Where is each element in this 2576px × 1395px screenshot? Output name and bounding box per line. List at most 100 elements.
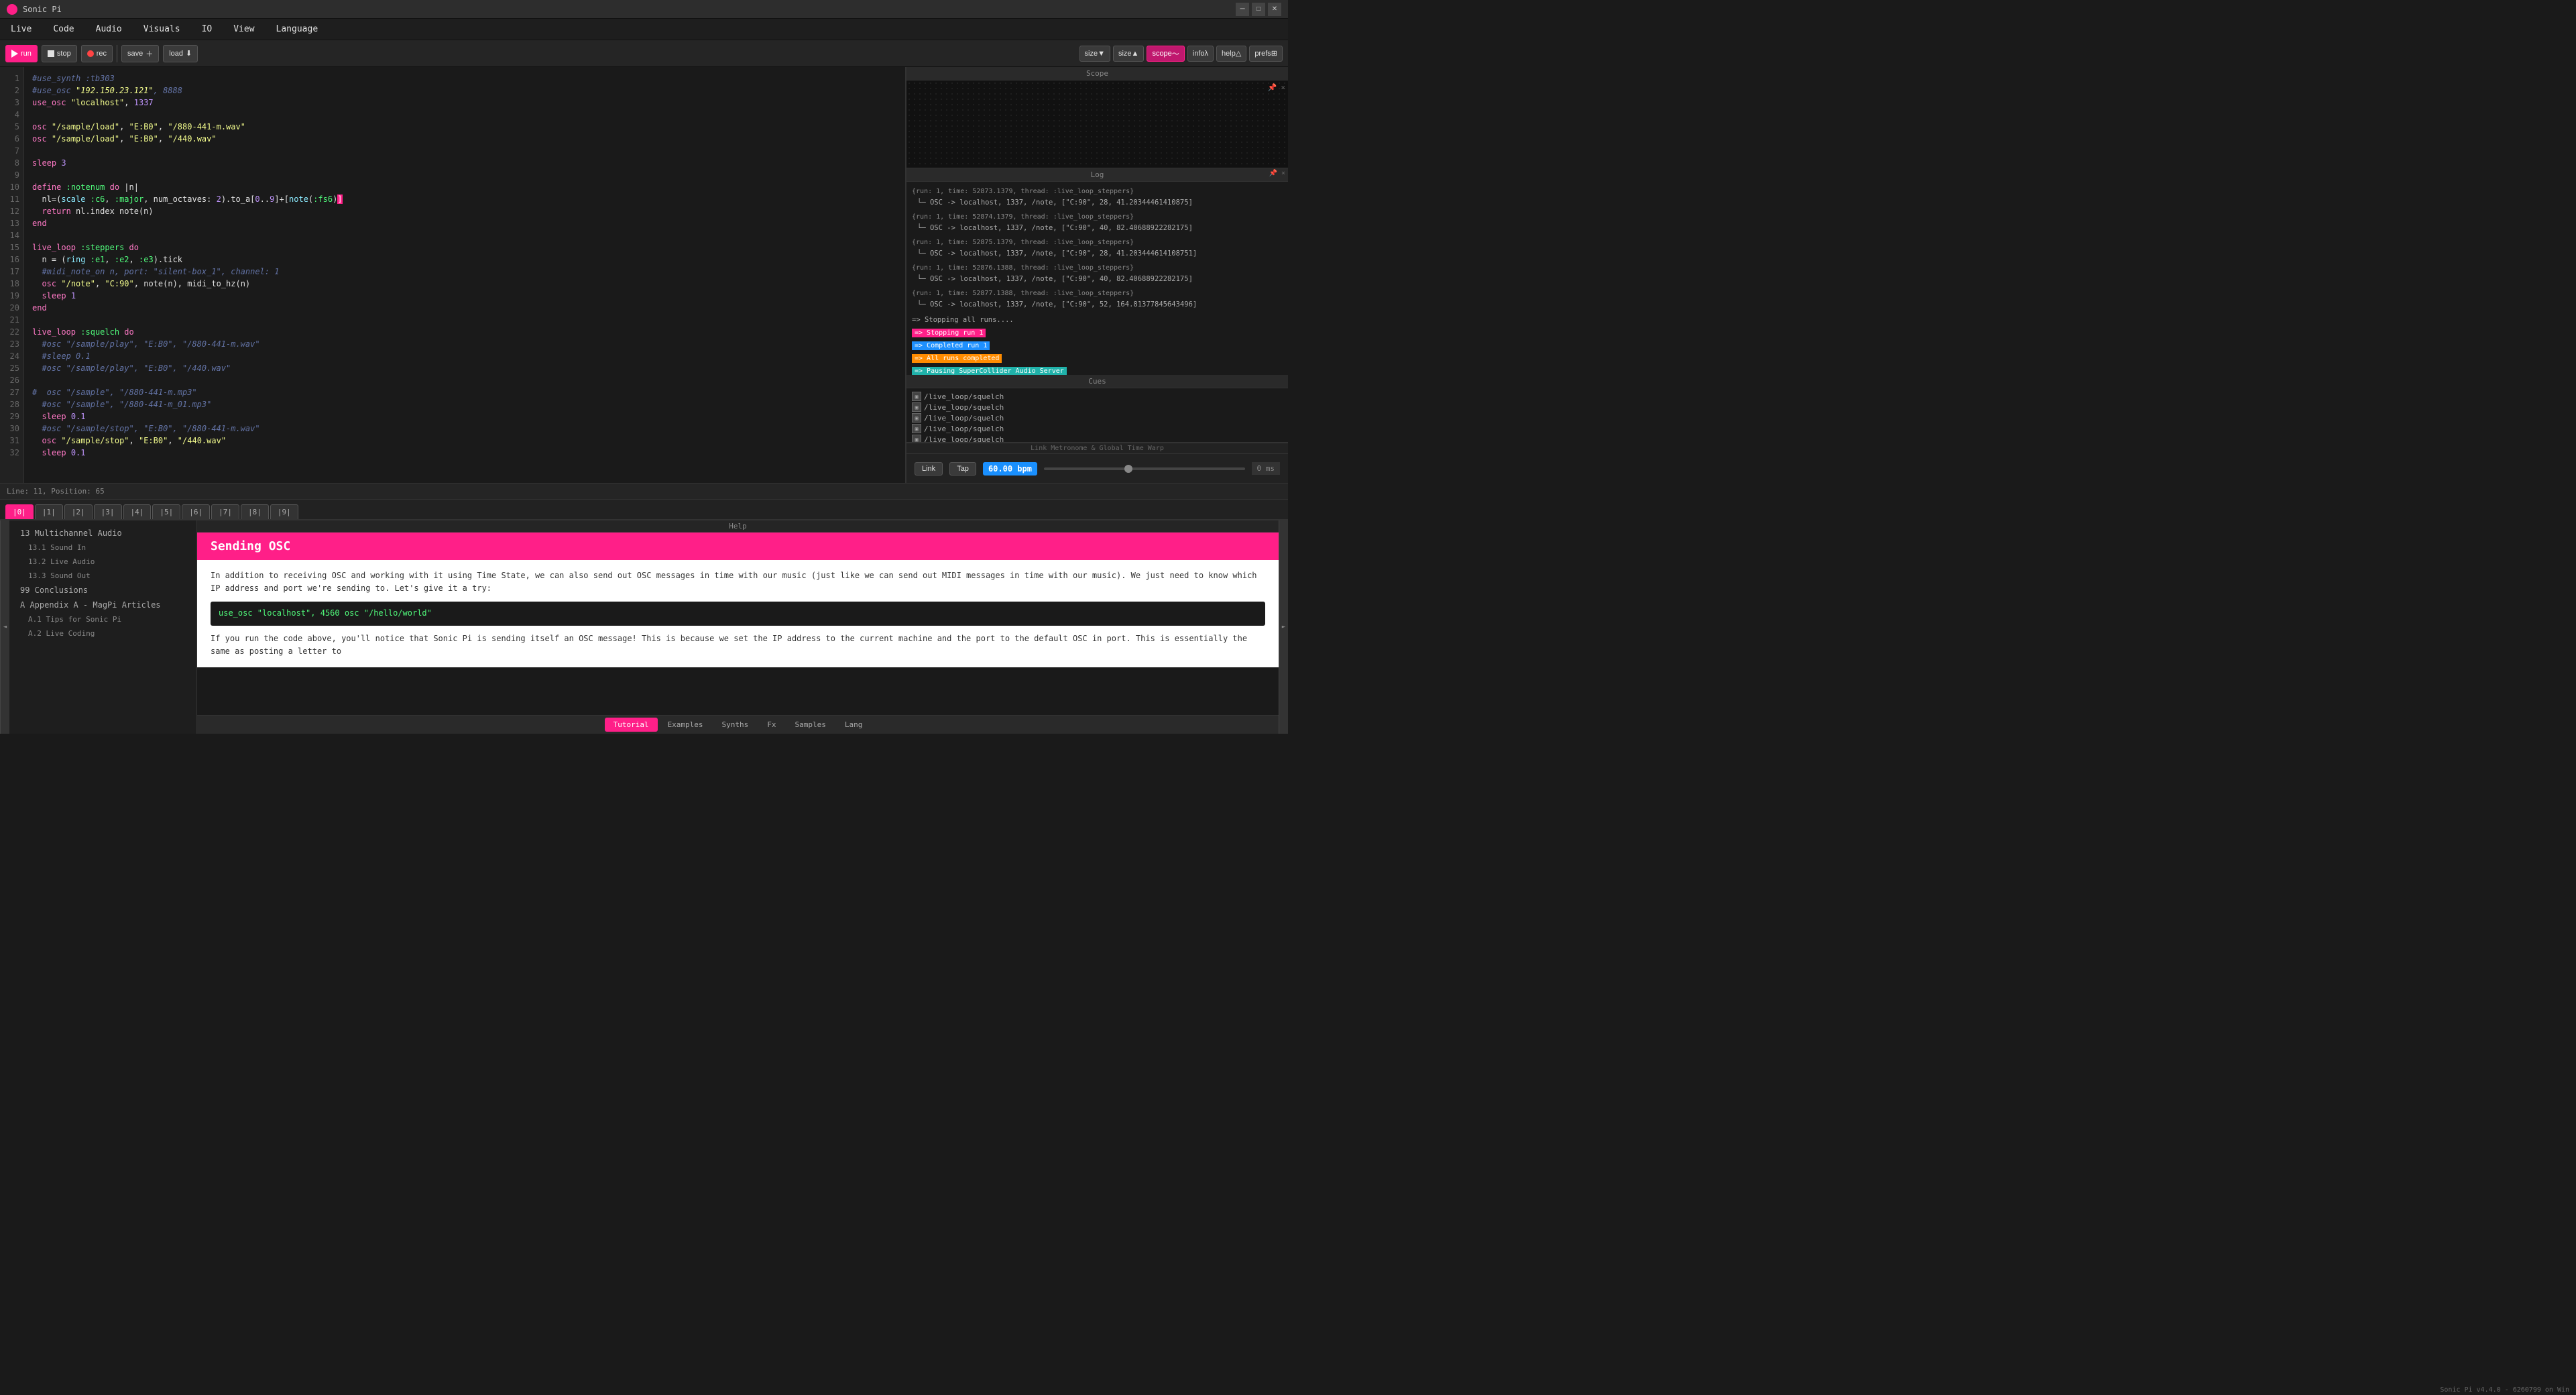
scope-close-icon[interactable]: × — [1281, 83, 1285, 92]
line-num: 11 — [4, 193, 19, 205]
sidebar-item-conclusions[interactable]: 99 Conclusions — [9, 583, 196, 598]
tab-7[interactable]: |7| — [211, 504, 239, 519]
line-num: 5 — [4, 121, 19, 133]
stop-button[interactable]: stop — [42, 45, 77, 62]
sidebar-item-sound-out[interactable]: 13.3 Sound Out — [9, 569, 196, 583]
prefs-label: prefs — [1254, 50, 1271, 58]
line-num: 28 — [4, 398, 19, 410]
tap-button[interactable]: Tap — [949, 462, 976, 476]
size-up-button[interactable]: size ▲ — [1113, 46, 1144, 62]
log-header-4: {run: 1, time: 52876.1388, thread: :live… — [912, 262, 1283, 274]
close-button[interactable]: ✕ — [1268, 3, 1281, 16]
code-area[interactable]: #use_synth :tb303 #use_osc "192.150.23.1… — [24, 67, 905, 483]
rec-button[interactable]: rec — [81, 45, 113, 62]
tab-3[interactable]: |3| — [94, 504, 122, 519]
tab-0[interactable]: |0| — [5, 504, 34, 519]
menu-bar: Live Code Audio Visuals IO View Language — [0, 19, 1288, 40]
tab-6[interactable]: |6| — [182, 504, 210, 519]
cue-label-4: /live_loop/squelch — [924, 425, 1004, 433]
menu-language[interactable]: Language — [272, 21, 323, 37]
cue-label-1: /live_loop/squelch — [924, 392, 1004, 401]
link-metronome-header: Link Metronome & Global Time Warp — [906, 443, 1288, 453]
log-entry-5: {run: 1, time: 52877.1388, thread: :live… — [912, 288, 1283, 311]
log-header-1: {run: 1, time: 52873.1379, thread: :live… — [912, 186, 1283, 197]
stopping-run-badge: => Stopping run 1 — [912, 329, 986, 337]
help-tab-examples[interactable]: Examples — [659, 718, 712, 732]
menu-io[interactable]: IO — [198, 21, 217, 37]
line-num: 25 — [4, 362, 19, 374]
toolbar-right: size ▼ size ▲ scope 〜 info λ help △ pref… — [1079, 46, 1283, 62]
log-body-3: └─ OSC -> localhost, 1337, /note, ["C:90… — [912, 248, 1283, 260]
cue-icon-3: ▣ — [912, 413, 921, 423]
help-button[interactable]: help △ — [1216, 46, 1246, 62]
load-label: load — [169, 50, 183, 58]
code-tabs: |0| |1| |2| |3| |4| |5| |6| |7| |8| |9| — [0, 499, 1288, 519]
tab-2[interactable]: |2| — [64, 504, 93, 519]
help-tab-tutorial[interactable]: Tutorial — [605, 718, 658, 732]
save-icon: ＋ — [145, 48, 153, 59]
code-editor[interactable]: 1 2 3 4 5 6 7 8 9 10 11 12 13 14 15 16 1… — [0, 67, 906, 483]
sidebar-item-multichannel[interactable]: 13 Multichannel Audio — [9, 526, 196, 541]
menu-live[interactable]: Live — [7, 21, 36, 37]
info-button[interactable]: info λ — [1187, 46, 1214, 62]
save-button[interactable]: save ＋ — [121, 45, 159, 62]
help-topic-title: Sending OSC — [197, 533, 1279, 560]
title-bar-left: Sonic Pi — [7, 4, 62, 15]
completed-run-badge: => Completed run 1 — [912, 341, 990, 350]
cue-item-5: ▣ /live_loop/squelch — [912, 434, 1283, 442]
tab-8[interactable]: |8| — [241, 504, 269, 519]
prefs-button[interactable]: prefs ⊞ — [1249, 46, 1283, 62]
toolbar: run stop rec save ＋ load ⬇ size ▼ size ▲… — [0, 40, 1288, 67]
line-num: 18 — [4, 278, 19, 290]
line-num: 24 — [4, 350, 19, 362]
minimize-button[interactable]: ─ — [1236, 3, 1249, 16]
menu-visuals[interactable]: Visuals — [139, 21, 184, 37]
sidebar-item-sound-in[interactable]: 13.1 Sound In — [9, 541, 196, 555]
link-button[interactable]: Link — [915, 462, 943, 476]
link-metronome-section: Link Metronome & Global Time Warp Link T… — [906, 443, 1288, 483]
sidebar-item-tips[interactable]: A.1 Tips for Sonic Pi — [9, 612, 196, 626]
log-section: Log 📌 × {run: 1, time: 52873.1379, threa… — [906, 168, 1288, 375]
menu-view[interactable]: View — [229, 21, 258, 37]
side-toggle[interactable]: ◄ — [0, 520, 9, 734]
help-content[interactable]: Sending OSC In addition to receiving OSC… — [197, 533, 1279, 715]
log-header: Log 📌 × — [906, 168, 1288, 182]
save-label: save — [127, 50, 143, 58]
cue-item-1: ▣ /live_loop/squelch — [912, 391, 1283, 402]
line-num: 26 — [4, 374, 19, 386]
side-toggle-right[interactable]: ► — [1279, 520, 1288, 734]
help-tab-fx[interactable]: Fx — [758, 718, 784, 732]
log-entry-4: {run: 1, time: 52876.1388, thread: :live… — [912, 262, 1283, 285]
bpm-display[interactable]: 60.00 bpm — [983, 462, 1037, 476]
scope-button[interactable]: scope 〜 — [1147, 46, 1184, 62]
run-icon — [11, 50, 18, 58]
log-area[interactable]: {run: 1, time: 52873.1379, thread: :live… — [906, 182, 1288, 375]
maximize-button[interactable]: □ — [1252, 3, 1265, 16]
scope-pin-icon[interactable]: 📌 — [1268, 83, 1277, 92]
stop-icon — [48, 50, 54, 57]
run-button[interactable]: run — [5, 45, 38, 62]
menu-code[interactable]: Code — [49, 21, 78, 37]
sidebar-item-live-audio[interactable]: 13.2 Live Audio — [9, 555, 196, 569]
log-status-area: => Stopping all runs.... => Stopping run… — [912, 315, 1283, 375]
log-close-icon[interactable]: × — [1281, 170, 1285, 177]
sidebar-item-appendix[interactable]: A Appendix A - MagPi Articles — [9, 598, 196, 612]
help-tab-samples[interactable]: Samples — [786, 718, 835, 732]
sidebar-item-live-coding[interactable]: A.2 Live Coding — [9, 626, 196, 640]
size-down-button[interactable]: size ▼ — [1079, 46, 1110, 62]
help-icon: △ — [1236, 49, 1241, 58]
info-label: info — [1193, 50, 1205, 58]
tab-1[interactable]: |1| — [35, 504, 63, 519]
bpm-slider[interactable] — [1044, 467, 1245, 470]
help-tab-synths[interactable]: Synths — [713, 718, 758, 732]
help-tab-lang[interactable]: Lang — [836, 718, 872, 732]
title-bar-controls[interactable]: ─ □ ✕ — [1236, 3, 1281, 16]
size-label-2: size — [1118, 50, 1132, 58]
log-pin-icon[interactable]: 📌 — [1269, 170, 1277, 177]
menu-audio[interactable]: Audio — [92, 21, 126, 37]
log-body-4: └─ OSC -> localhost, 1337, /note, ["C:90… — [912, 274, 1283, 285]
load-button[interactable]: load ⬇ — [163, 45, 198, 62]
tab-9[interactable]: |9| — [270, 504, 298, 519]
tab-5[interactable]: |5| — [152, 504, 180, 519]
tab-4[interactable]: |4| — [123, 504, 152, 519]
